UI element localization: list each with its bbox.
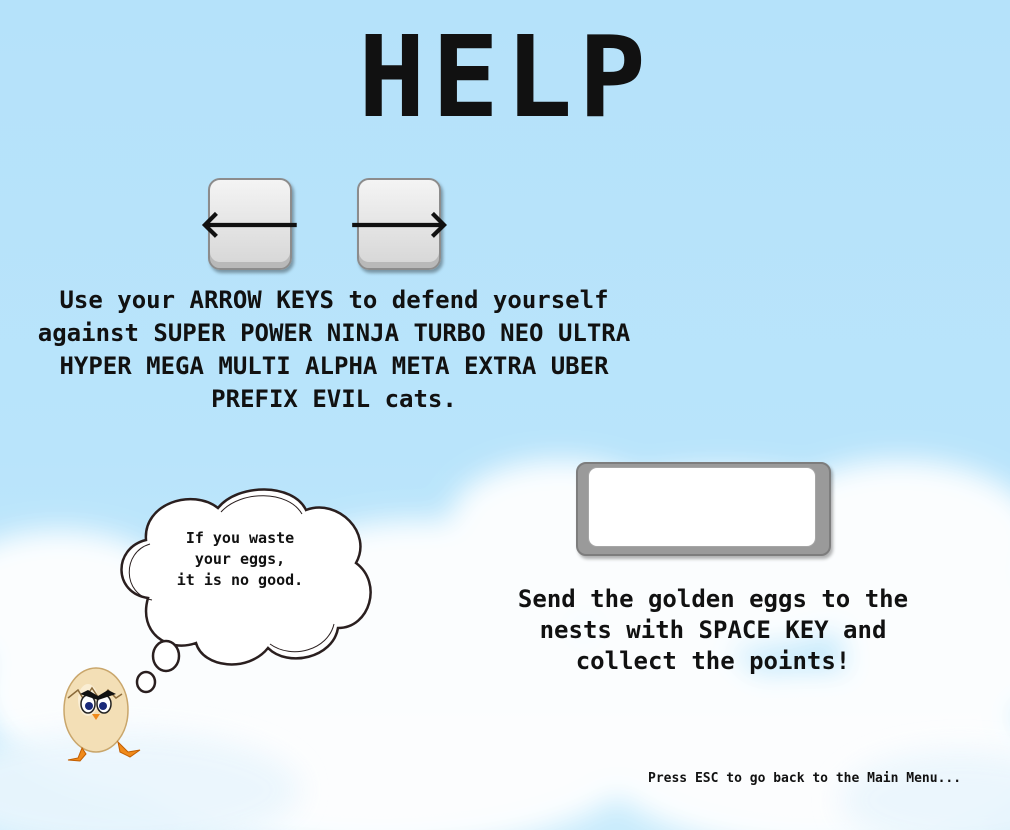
thought-bubble: [120, 488, 372, 694]
arrow-right-icon: 🡒: [348, 202, 450, 246]
esc-hint: Press ESC to go back to the Main Menu...: [648, 771, 962, 786]
thought-bubble-text: If you waste your eggs, it is no good.: [176, 529, 304, 589]
space-key-icon: [576, 462, 831, 556]
left-arrow-key: 🡐: [199, 178, 301, 270]
page-title: HELP: [358, 13, 652, 143]
space-key-instructions: Send the golden eggs to the nests with S…: [517, 585, 909, 675]
arrow-keys-instructions: Use your ARROW KEYS to defend yourself a…: [37, 286, 631, 413]
right-arrow-key: 🡒: [348, 178, 450, 270]
arrow-left-icon: 🡐: [199, 202, 301, 246]
egg-chick-icon: [63, 667, 141, 762]
